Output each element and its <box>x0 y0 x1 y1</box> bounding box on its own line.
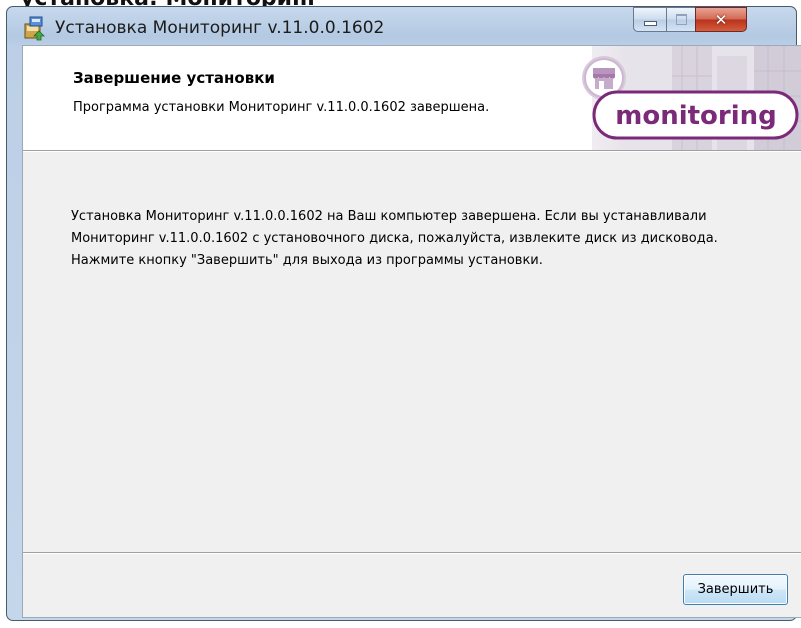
close-icon: ✕ <box>714 10 728 29</box>
wizard-header-banner: monitoring Завершение установки Программ… <box>23 46 801 150</box>
finish-button[interactable]: Завершить <box>683 574 788 605</box>
minimize-button[interactable] <box>633 7 667 32</box>
title-bar[interactable]: Установка Мониторинг v.11.0.0.1602 ✕ <box>7 7 796 45</box>
wizard-step-subtitle: Программа установки Мониторинг v.11.0.0.… <box>73 100 490 115</box>
installer-icon <box>24 16 45 41</box>
minimize-icon <box>643 21 657 26</box>
maximize-icon <box>675 14 687 25</box>
monitoring-logo: monitoring <box>532 46 801 150</box>
completion-message: Установка Мониторинг v.11.0.0.1602 на Ва… <box>71 209 718 268</box>
installer-window: Установка Мониторинг v.11.0.0.1602 ✕ mon… <box>6 6 801 621</box>
maximize-button[interactable] <box>666 7 696 32</box>
footer-divider <box>23 552 801 554</box>
wizard-panel: monitoring Завершение установки Программ… <box>22 45 801 618</box>
close-button[interactable]: ✕ <box>695 7 747 32</box>
header-divider <box>23 150 801 152</box>
svg-text:monitoring: monitoring <box>615 101 777 131</box>
window-title: Установка Мониторинг v.11.0.0.1602 <box>55 18 385 38</box>
wizard-step-title: Завершение установки <box>73 69 275 87</box>
